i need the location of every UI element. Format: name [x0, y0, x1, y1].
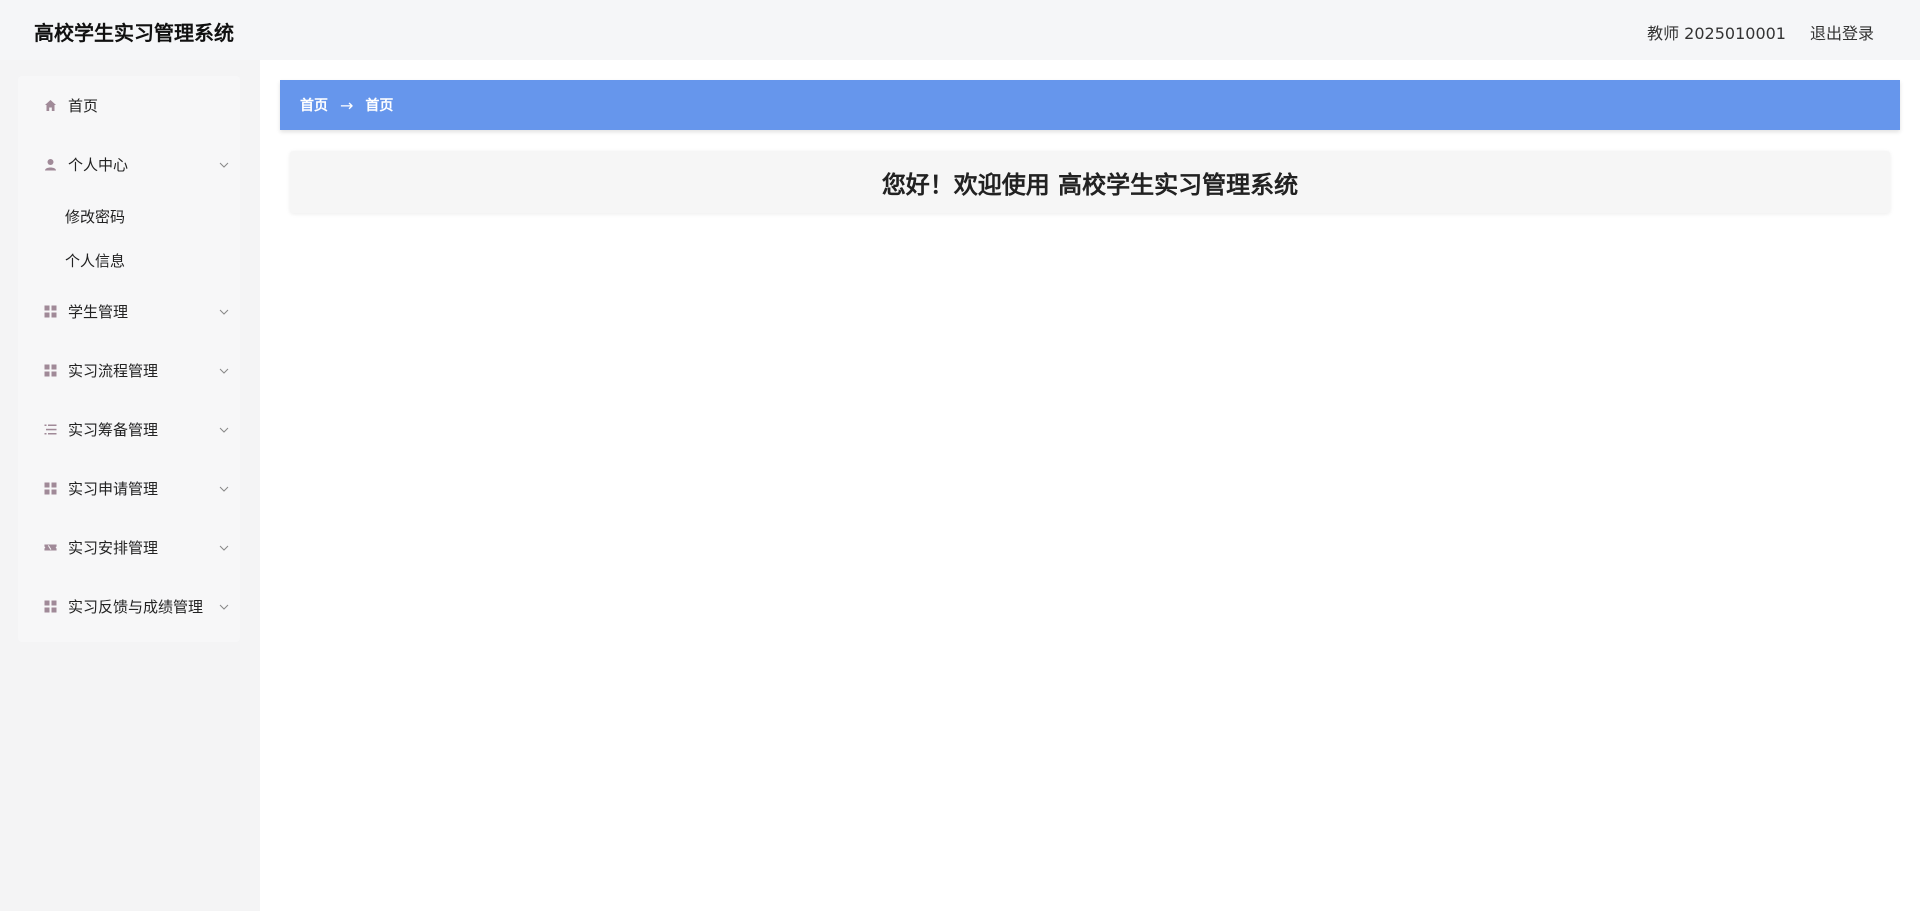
chevron-down-icon: [219, 368, 229, 374]
welcome-banner: 您好！欢迎使用 高校学生实习管理系统: [290, 151, 1890, 213]
chevron-down-icon: [219, 604, 229, 610]
sidebar-item-preparation-management[interactable]: 实习筹备管理: [18, 400, 240, 459]
sidebar-item-label: 个人中心: [68, 156, 129, 174]
welcome-text: 您好！欢迎使用 高校学生实习管理系统: [881, 170, 1299, 199]
breadcrumb-current: 首页: [365, 98, 394, 114]
breadcrumb: 首页 → 首页: [280, 80, 1900, 130]
top-header: 高校学生实习管理系统 教师 2025010001 退出登录: [0, 0, 1920, 60]
ticket-icon: [44, 541, 57, 554]
sidebar-item-process-management[interactable]: 实习流程管理: [18, 341, 240, 400]
sidebar-subitem-personal-info[interactable]: 个人信息: [18, 238, 240, 282]
grid-icon: [44, 482, 57, 495]
list-icon: [44, 423, 57, 436]
sidebar-item-home[interactable]: 首页: [18, 76, 240, 135]
app-title: 高校学生实习管理系统: [34, 21, 234, 45]
arrow-right-icon: →: [340, 95, 354, 115]
sidebar-subitem-change-password[interactable]: 修改密码: [18, 194, 240, 238]
sidebar-item-label: 实习筹备管理: [68, 421, 159, 439]
user-icon: [44, 158, 57, 171]
sidebar-menu: 首页 个人中心 修改密码 个人信息 学生管理 实习流程管理 实习筹备管理 实习申…: [18, 76, 240, 642]
home-icon: [44, 99, 57, 112]
sidebar-item-label: 首页: [68, 97, 99, 115]
chevron-down-icon: [219, 427, 229, 433]
grid-icon: [44, 305, 57, 318]
sidebar-item-label: 实习流程管理: [68, 362, 159, 380]
grid-icon: [44, 600, 57, 613]
sidebar-item-label: 实习反馈与成绩管理: [68, 598, 204, 616]
sidebar-item-personal-center[interactable]: 个人中心: [18, 135, 240, 194]
header-user-area: 教师 2025010001 退出登录: [1647, 20, 1874, 44]
sidebar-item-feedback-grade-management[interactable]: 实习反馈与成绩管理: [18, 577, 240, 636]
chevron-up-icon: [219, 162, 229, 168]
sidebar-item-arrangement-management[interactable]: 实习安排管理: [18, 518, 240, 577]
sidebar-item-label: 学生管理: [68, 303, 129, 321]
sidebar-item-application-management[interactable]: 实习申请管理: [18, 459, 240, 518]
grid-icon: [44, 364, 57, 377]
sidebar-item-label: 实习安排管理: [68, 539, 159, 557]
chevron-down-icon: [219, 486, 229, 492]
current-user: 教师 2025010001: [1647, 24, 1786, 43]
breadcrumb-root[interactable]: 首页: [300, 95, 328, 115]
chevron-down-icon: [219, 309, 229, 315]
chevron-down-icon: [219, 545, 229, 551]
sidebar-item-label: 实习申请管理: [68, 480, 159, 498]
logout-link[interactable]: 退出登录: [1810, 20, 1874, 44]
sidebar-item-student-management[interactable]: 学生管理: [18, 282, 240, 341]
